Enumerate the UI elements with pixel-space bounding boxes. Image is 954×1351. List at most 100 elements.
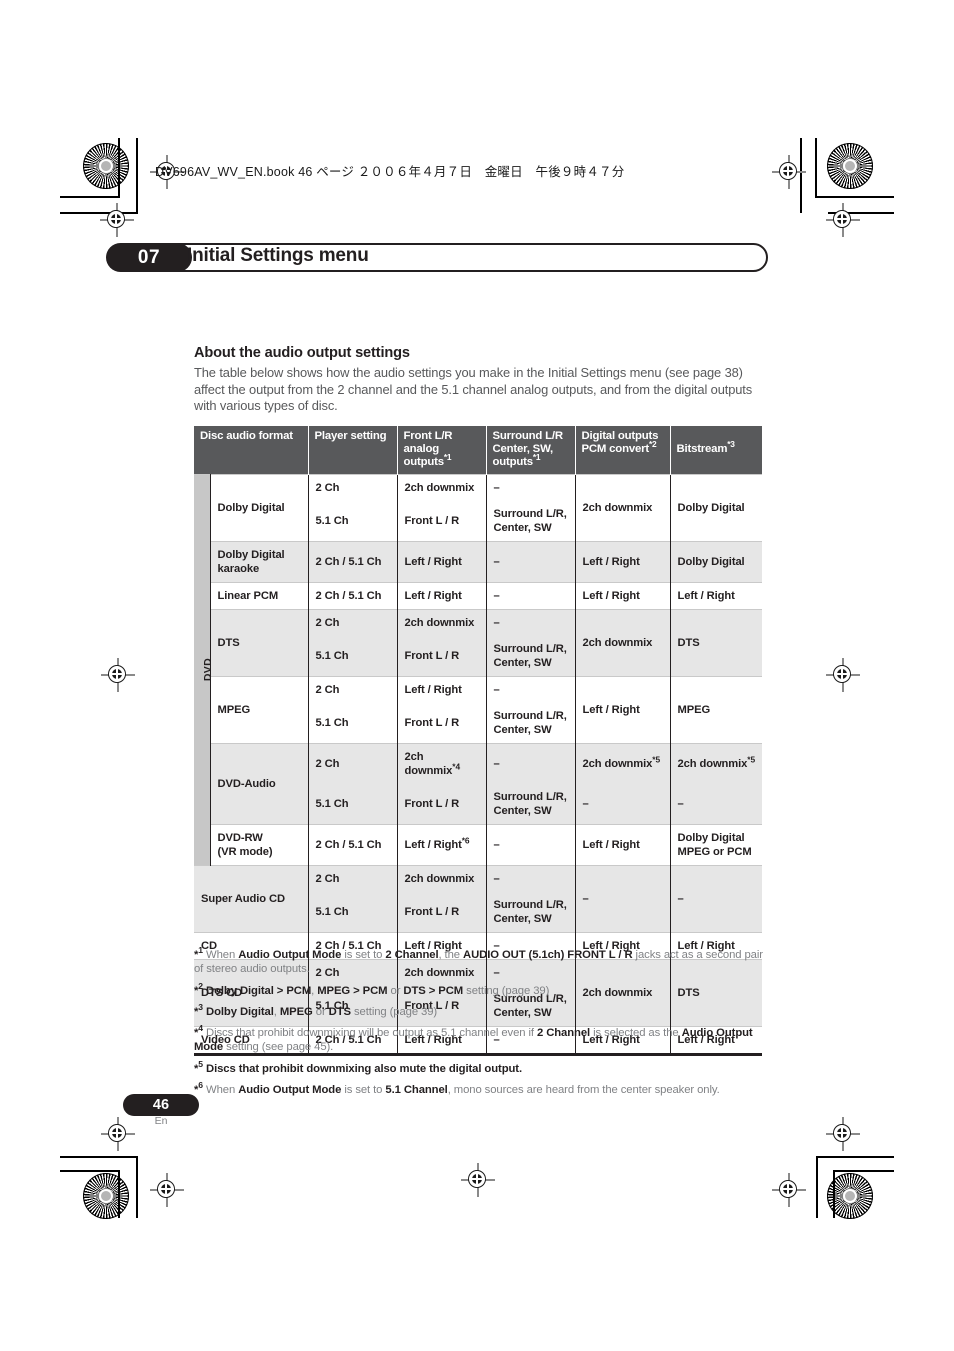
cell-front-lr: Front L / R bbox=[397, 636, 487, 677]
th-front-lr-line2: analog outputs bbox=[403, 443, 445, 468]
crop-mark-top-left-v bbox=[118, 138, 120, 198]
registration-cross-right-lower bbox=[826, 1117, 860, 1151]
cell-surround: – bbox=[486, 824, 576, 866]
cell-player-setting: 2 Ch bbox=[308, 474, 398, 501]
group-label-dvd-text: DVD bbox=[202, 658, 214, 682]
th-player-setting: Player setting bbox=[308, 426, 398, 475]
th-front-lr-line1: Front L/R bbox=[403, 430, 453, 442]
footnote-bold-term: Discs that prohibit downmixing also mute… bbox=[206, 1062, 522, 1075]
registration-cross-right-middle bbox=[826, 658, 860, 692]
th-pcm-convert: Digital outputs PCM convert*2 bbox=[575, 426, 671, 475]
cell-pcm-convert: 2ch downmix bbox=[575, 474, 671, 542]
footnote-bold-term: Dolby Digital > PCM bbox=[206, 984, 312, 997]
crop-mark-bottom-left-v bbox=[136, 1156, 138, 1218]
table-row: MPEG 2 Ch Left / Right – Left / Right MPEG bbox=[194, 676, 762, 744]
th-front-lr: Front L/R analog outputs*1 bbox=[397, 426, 487, 475]
th-front-lr-note: *1 bbox=[443, 452, 452, 463]
cell-disc-format: DVD-Audio bbox=[210, 743, 309, 825]
footnote-text: or bbox=[387, 984, 404, 997]
cell-front-lr: 2ch downmix bbox=[397, 609, 487, 636]
cell-front-lr: Left / Right bbox=[397, 676, 487, 703]
cell-front-lr: Left / Right*6 bbox=[397, 824, 487, 866]
cell-player-setting: 5.1 Ch bbox=[308, 892, 398, 933]
crop-mark-top-left-v2 bbox=[136, 138, 138, 213]
cell-surround: Surround L/R, Center, SW bbox=[486, 703, 576, 744]
footnote-bold-term: 2 Channel bbox=[536, 1027, 591, 1040]
footnote-text: setting (see page 45). bbox=[223, 1041, 334, 1054]
cell-player-setting: 2 Ch bbox=[308, 865, 398, 892]
cell-surround: – bbox=[486, 541, 576, 583]
footnote-bold-term: AUDIO OUT (5.1ch) FRONT L / R bbox=[463, 949, 633, 961]
table-row: DVD-Audio 2 Ch 2ch downmix*4–2ch downmix*5… bbox=[194, 743, 762, 825]
footnote-bold-term: Audio Output Mode bbox=[238, 1084, 342, 1097]
th-surround-line1: Surround L/R bbox=[492, 430, 564, 442]
footnote-marker: *6 bbox=[194, 1080, 203, 1097]
cell-surround: – bbox=[486, 865, 576, 892]
crop-mark-top-right-h bbox=[815, 196, 894, 198]
section-heading: About the audio output settings bbox=[194, 345, 410, 361]
page-title: Initial Settings menu bbox=[187, 245, 369, 266]
cell-surround: – bbox=[486, 743, 576, 784]
table-header-row: Disc audio format Player setting Front L… bbox=[194, 426, 762, 475]
crop-mark-top-right-v bbox=[815, 138, 817, 198]
print-file-info: DV696AV_WV_EN.book 46 ページ ２００６年４月７日 金曜日 … bbox=[155, 165, 625, 179]
cell-pcm-convert: – bbox=[575, 865, 671, 933]
chapter-number-badge: 07 bbox=[106, 243, 192, 272]
cell-pcm-convert: Left / Right bbox=[575, 582, 671, 610]
footnote-text: When bbox=[206, 1084, 239, 1097]
table-row: Linear PCM 2 Ch / 5.1 Ch Left / Right – Left… bbox=[194, 582, 762, 610]
cell-front-lr: Front L / R bbox=[397, 703, 487, 744]
crop-mark-bottom-left-v2 bbox=[118, 1170, 120, 1218]
cell-surround: Surround L/R, Center, SW bbox=[486, 784, 576, 825]
section-intro-block: About the audio output settings The tabl… bbox=[194, 345, 766, 415]
registration-target-top-left bbox=[83, 143, 129, 189]
footnote-text: setting (page 39) bbox=[350, 1005, 438, 1018]
cell-disc-format: Linear PCM bbox=[210, 582, 309, 610]
registration-cross-right-upper bbox=[826, 203, 860, 237]
cell-bitstream: Dolby Digital bbox=[670, 541, 762, 583]
footnote-marker: *4 bbox=[194, 1023, 203, 1040]
footnotes-block: *1 When Audio Output Mode is set to 2 Ch… bbox=[194, 945, 764, 1104]
cell-bitstream: DTS bbox=[670, 609, 762, 677]
footnote: *4 Discs that prohibit downmixing will b… bbox=[194, 1023, 764, 1055]
cell-player-setting: 2 Ch / 5.1 Ch bbox=[308, 824, 398, 866]
cell-pcm-convert: 2ch downmix*5 bbox=[575, 743, 671, 784]
cell-front-lr: Front L / R bbox=[397, 784, 487, 825]
th-surround-note: *1 bbox=[532, 452, 541, 463]
registration-cross-bottom-right bbox=[772, 1173, 806, 1207]
footnote-text: , mono sources are heard from the center… bbox=[447, 1084, 720, 1097]
registration-cross-left-middle bbox=[101, 658, 135, 692]
th-surround: Surround L/R Center, SW, outputs*1 bbox=[486, 426, 576, 475]
registration-cross-bottom-left bbox=[150, 1173, 184, 1207]
footnote-marker: *5 bbox=[194, 1059, 203, 1075]
cell-surround: Surround L/R, Center, SW bbox=[486, 892, 576, 933]
footnote-text: is set to bbox=[341, 1084, 386, 1097]
cell-disc-format: MPEG bbox=[210, 676, 309, 744]
footnote-bold-term: Audio Output Mode bbox=[238, 949, 342, 961]
footnote-text: Discs that prohibit downmixing will be o… bbox=[206, 1027, 537, 1040]
cell-pcm-convert: Left / Right bbox=[575, 824, 671, 866]
cell-front-lr: 2ch downmix*4 bbox=[397, 743, 487, 784]
th-bitstream: . Bitstream*3 bbox=[670, 426, 762, 475]
cell-player-setting: 2 Ch / 5.1 Ch bbox=[308, 582, 398, 610]
cell-front-lr: Front L / R bbox=[397, 501, 487, 542]
cell-player-setting: 2 Ch / 5.1 Ch bbox=[308, 541, 398, 583]
cell-player-setting: 2 Ch bbox=[308, 676, 398, 703]
footnote: *1 When Audio Output Mode is set to 2 Ch… bbox=[194, 945, 764, 977]
footnote-marker: *1 bbox=[194, 945, 203, 961]
cell-bitstream: – bbox=[670, 784, 762, 825]
footnote: *5 Discs that prohibit downmixing also m… bbox=[194, 1059, 764, 1076]
cell-front-lr: Front L / R bbox=[397, 892, 487, 933]
cell-player-setting: 2 Ch bbox=[308, 743, 398, 784]
footnote-bold-term: MPEG bbox=[279, 1005, 313, 1018]
th-digital-outputs: Digital outputs bbox=[581, 430, 659, 442]
footnote-marker: *6 bbox=[461, 835, 470, 846]
footnote: *6 When Audio Output Mode is set to 5.1 … bbox=[194, 1080, 764, 1097]
cell-bitstream: MPEG bbox=[670, 676, 762, 744]
cell-bitstream: 2ch downmix*5 bbox=[670, 743, 762, 784]
footnote-bold-term: DTS bbox=[328, 1005, 351, 1018]
crop-mark-bottom-left-h bbox=[60, 1156, 138, 1158]
table-row: Super Audio CD 2 Ch 2ch downmix – – – bbox=[194, 865, 762, 933]
cell-disc-format: Super Audio CD bbox=[194, 865, 309, 933]
cell-surround: – bbox=[486, 474, 576, 501]
